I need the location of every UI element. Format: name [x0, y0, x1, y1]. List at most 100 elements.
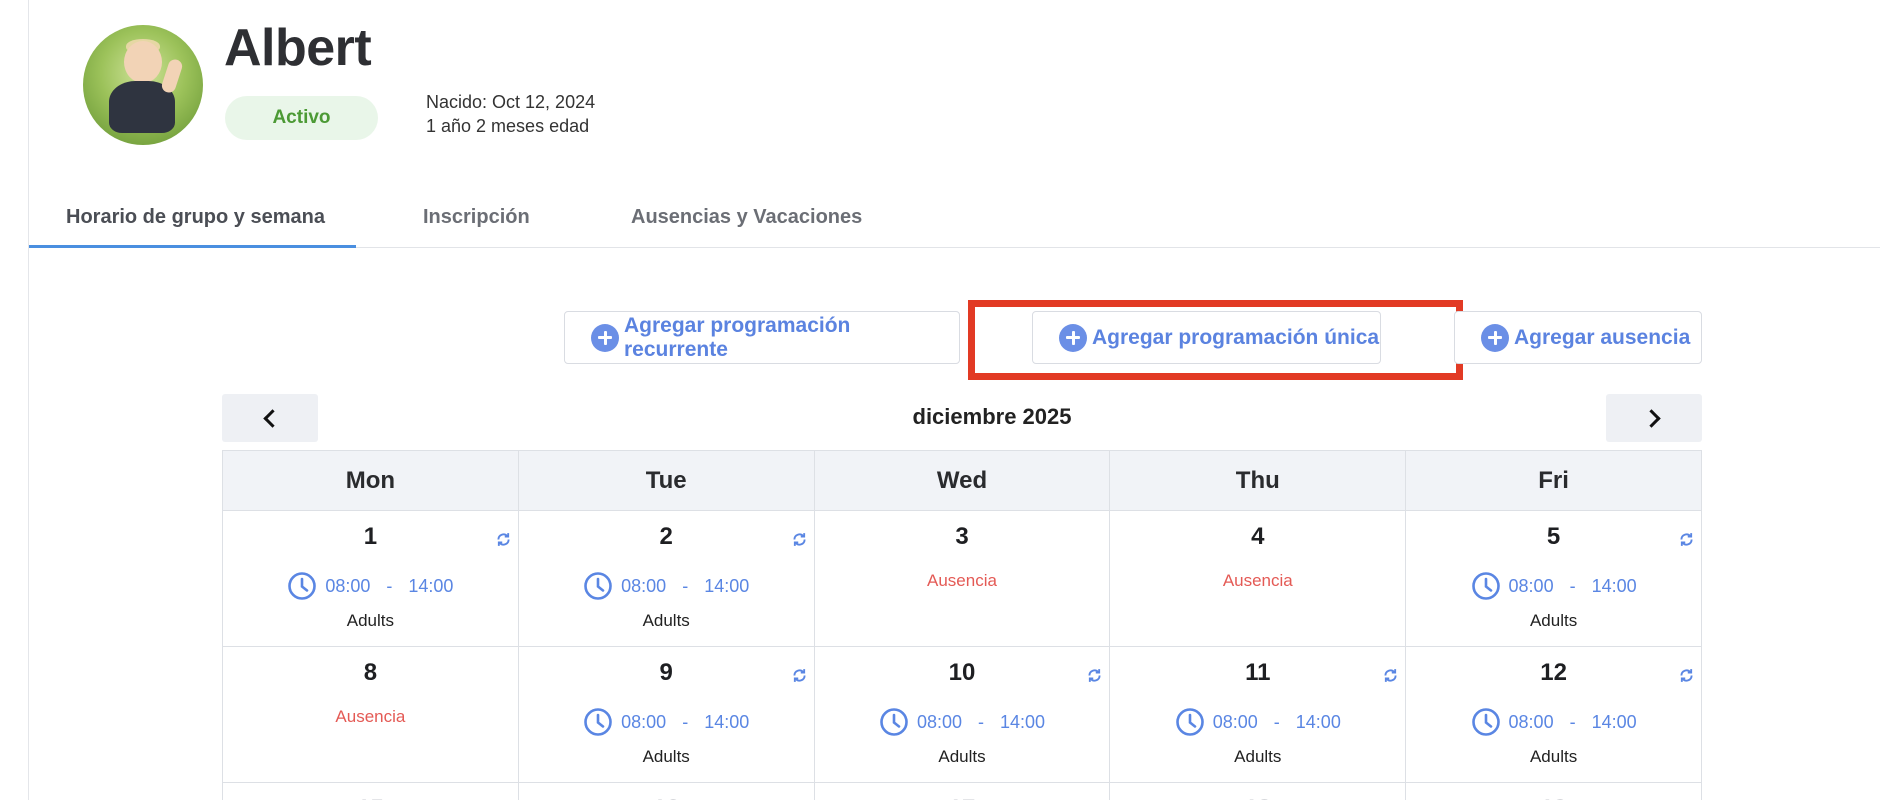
day-number: 12 [1540, 659, 1567, 686]
avatar [83, 25, 203, 145]
recurring-sync-icon[interactable] [1678, 667, 1695, 684]
calendar-day-cell[interactable]: 3 Ausencia [815, 511, 1111, 646]
calendar-body: 1 08:00-14:00 Adults 2 08:00-14:00 Adults 3 Aus… [223, 511, 1701, 800]
time-separator: - [1569, 575, 1576, 596]
calendar-day-cell[interactable]: 5 08:00-14:00 Adults [1406, 511, 1701, 646]
calendar-day-cell[interactable]: 8 Ausencia [223, 647, 519, 782]
day-number: 2 [659, 523, 673, 550]
time-separator: - [977, 711, 984, 732]
day-number: 19 [1406, 795, 1701, 800]
add-absence-label: Agregar ausencia [1514, 325, 1691, 349]
highlight-box [968, 300, 1463, 380]
add-recurring-schedule-button[interactable]: Agregar programación recurrente [564, 311, 960, 364]
time-separator: - [1273, 711, 1280, 732]
day-number: 18 [1110, 795, 1405, 800]
time-separator: - [682, 575, 689, 596]
group-name: Adults [938, 747, 986, 766]
end-time: 14:00 [999, 711, 1046, 732]
day-number: 11 [1245, 659, 1271, 686]
tab-enrollment[interactable]: Inscripción [423, 186, 530, 248]
next-month-button[interactable] [1606, 394, 1702, 442]
group-name: Adults [642, 747, 690, 766]
group-name: Adults [1529, 611, 1578, 630]
clock-icon [583, 707, 613, 737]
calendar-day-cell[interactable]: 16 [519, 783, 815, 800]
calendar-day-cell[interactable]: 4 Ausencia [1110, 511, 1407, 646]
day-number: 15 [223, 795, 518, 800]
group-name: Adults [346, 611, 395, 630]
time-separator: - [1569, 711, 1576, 732]
tab-bar: Horario de grupo y semana Inscripción Au… [29, 186, 1880, 248]
tab-absences[interactable]: Ausencias y Vacaciones [631, 186, 862, 248]
tab-group-schedule[interactable]: Horario de grupo y semana [66, 186, 325, 248]
clock-icon [1471, 707, 1501, 737]
end-time: 14:00 [408, 575, 454, 596]
calendar-day-cell[interactable]: 11 08:00-14:00 Adults [1110, 647, 1407, 782]
schedule-time[interactable]: 08:00-14:00 [519, 571, 814, 601]
clock-icon [1175, 707, 1205, 737]
recurring-sync-icon[interactable] [495, 531, 512, 548]
day-number: 3 [955, 523, 969, 550]
add-recurring-schedule-label: Agregar programación recurrente [624, 313, 851, 361]
start-time: 08:00 [1212, 711, 1258, 732]
schedule-time[interactable]: 08:00-14:00 [1110, 707, 1405, 737]
end-time: 14:00 [704, 575, 750, 596]
chevron-left-icon [263, 408, 282, 428]
calendar-week-row: 1 08:00-14:00 Adults 2 08:00-14:00 Adults 3 Aus… [223, 511, 1701, 647]
previous-month-button[interactable] [222, 394, 318, 442]
recurring-sync-icon[interactable] [1382, 667, 1399, 684]
calendar-day-cell[interactable]: 2 08:00-14:00 Adults [519, 511, 815, 646]
start-time: 08:00 [916, 711, 962, 732]
calendar-week-row: 8 Ausencia 9 08:00-14:00 Adults 10 08:00-14:00… [223, 647, 1701, 783]
calendar-day-cell[interactable]: 18 [1110, 783, 1407, 800]
schedule-time[interactable]: 08:00-14:00 [519, 707, 814, 737]
calendar-day-cell[interactable]: 19 [1406, 783, 1701, 800]
active-tab-indicator [29, 245, 356, 248]
schedule-time[interactable]: 08:00-14:00 [1406, 707, 1701, 737]
weekday-header: Mon Tue Wed Thu Fri [223, 451, 1701, 511]
status-badge: Activo [225, 96, 378, 140]
start-time: 08:00 [1508, 575, 1554, 596]
calendar-day-cell[interactable]: 1 08:00-14:00 Adults [223, 511, 519, 646]
schedule-time[interactable]: 08:00-14:00 [223, 571, 518, 601]
clock-icon [879, 707, 909, 737]
weekday-fri: Fri [1538, 466, 1569, 494]
start-time: 08:00 [1508, 711, 1554, 732]
start-time: 08:00 [325, 575, 371, 596]
end-time: 14:00 [1591, 711, 1637, 732]
time-separator: - [386, 575, 393, 596]
weekday-mon: Mon [223, 451, 519, 510]
schedule-time[interactable]: 08:00-14:00 [1406, 571, 1701, 601]
day-number: 5 [1546, 523, 1561, 550]
recurring-sync-icon[interactable] [1678, 531, 1695, 548]
start-time: 08:00 [621, 575, 667, 596]
weekday-wed: Wed [815, 451, 1111, 510]
day-number: 4 [1251, 523, 1265, 550]
absence-label: Ausencia [927, 571, 997, 590]
recurring-sync-icon[interactable] [791, 667, 808, 684]
day-number: 8 [363, 659, 378, 686]
day-number: 16 [519, 795, 814, 800]
absence-label: Ausencia [1222, 571, 1293, 590]
calendar-day-cell[interactable]: 17 [815, 783, 1111, 800]
day-number: 1 [363, 523, 378, 550]
day-number: 17 [815, 795, 1110, 800]
calendar-day-cell[interactable]: 15 [223, 783, 519, 800]
add-absence-button[interactable]: Agregar ausencia [1454, 311, 1702, 364]
schedule-time[interactable]: 08:00-14:00 [815, 707, 1110, 737]
group-name: Adults [642, 611, 690, 630]
clock-icon [287, 571, 317, 601]
calendar-day-cell[interactable]: 10 08:00-14:00 Adults [815, 647, 1111, 782]
recurring-sync-icon[interactable] [791, 531, 808, 548]
clock-icon [583, 571, 613, 601]
plus-circle-icon [1481, 323, 1509, 352]
month-title: diciembre 2025 [912, 404, 1072, 429]
chevron-right-icon [1642, 408, 1661, 428]
birth-date: Nacido: Oct 12, 2024 [426, 92, 596, 112]
calendar-day-cell[interactable]: 9 08:00-14:00 Adults [519, 647, 815, 782]
group-name: Adults [1234, 747, 1282, 766]
group-name: Adults [1529, 747, 1578, 766]
calendar-day-cell[interactable]: 12 08:00-14:00 Adults [1406, 647, 1701, 782]
recurring-sync-icon[interactable] [1086, 667, 1103, 684]
calendar: Mon Tue Wed Thu Fri 1 08:00-14:00 Adults 2 0… [222, 450, 1702, 800]
